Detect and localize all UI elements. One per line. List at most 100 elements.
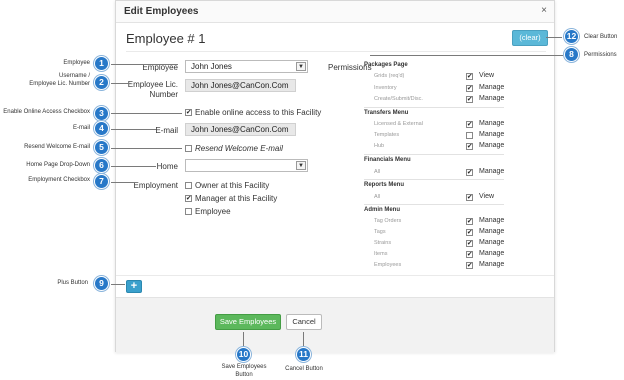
perm-checkbox[interactable]: ✔ bbox=[466, 121, 473, 128]
perm-section-title: Admin Menu bbox=[364, 207, 400, 213]
callout-label: Save Employees Button bbox=[221, 364, 267, 378]
callout-label: Resend Welcome E-mail bbox=[24, 144, 90, 150]
manager-checkbox[interactable]: ✔ bbox=[185, 195, 192, 202]
employee-option-label: Employee bbox=[195, 207, 231, 216]
employee-heading: Employee # 1 bbox=[126, 31, 206, 46]
callout-badge: 4 bbox=[94, 121, 109, 136]
perm-checkbox[interactable] bbox=[466, 132, 473, 139]
callout-label: Plus Button bbox=[57, 280, 88, 286]
cancel-button[interactable]: Cancel bbox=[286, 314, 322, 330]
resend-welcome-label: Resend Welcome E-mail bbox=[195, 144, 283, 153]
perm-item-name: All bbox=[374, 194, 381, 200]
perm-divider bbox=[364, 204, 504, 205]
perm-checkbox[interactable]: ✔ bbox=[466, 251, 473, 258]
chevron-down-icon: ▼ bbox=[296, 62, 306, 71]
callout-label: Username / Employee Lic. Number bbox=[29, 73, 90, 87]
perm-checkbox[interactable]: ✔ bbox=[466, 169, 473, 176]
callout-label: E-mail bbox=[72, 125, 90, 131]
perm-checkbox[interactable]: ✔ bbox=[466, 229, 473, 236]
save-employees-button[interactable]: Save Employees bbox=[215, 314, 281, 330]
perm-item-value: Manage bbox=[479, 239, 505, 246]
perm-item-name: Hub bbox=[374, 143, 385, 149]
perm-checkbox[interactable]: ✔ bbox=[466, 262, 473, 269]
plus-row: + bbox=[116, 275, 554, 295]
perm-item-value: Manage bbox=[479, 131, 505, 138]
perm-item-value: Manage bbox=[479, 261, 505, 268]
perm-item-value: Manage bbox=[479, 228, 505, 235]
plus-button[interactable]: + bbox=[126, 280, 142, 293]
callout-label: Home Page Drop-Down bbox=[26, 162, 90, 168]
callout-badge: 9 bbox=[94, 276, 109, 291]
perm-item-name: Strains bbox=[374, 240, 392, 246]
perm-checkbox[interactable]: ✔ bbox=[466, 73, 473, 80]
edit-employees-dialog: Edit Employees × Employee # 1 (clear) Em… bbox=[115, 0, 555, 353]
callout-label: Employment Checkbox bbox=[28, 177, 90, 183]
callout-badge: 11 bbox=[296, 347, 311, 362]
owner-checkbox[interactable] bbox=[185, 182, 192, 189]
perm-item-name: Employees bbox=[374, 262, 402, 268]
perm-checkbox[interactable]: ✔ bbox=[466, 143, 473, 150]
perm-checkbox[interactable]: ✔ bbox=[466, 240, 473, 247]
perm-item-name: Inventory bbox=[374, 85, 397, 91]
perm-checkbox[interactable]: ✔ bbox=[466, 85, 473, 92]
callout-leader bbox=[111, 83, 131, 84]
perm-checkbox[interactable]: ✔ bbox=[466, 96, 473, 103]
perm-divider bbox=[364, 154, 504, 155]
dialog-header: Edit Employees × bbox=[116, 1, 554, 23]
callout-leader bbox=[370, 55, 563, 56]
online-access-label: Enable online access to this Facility bbox=[195, 108, 322, 117]
email-field: John Jones@CanCon.Com bbox=[185, 123, 296, 136]
dialog-footer: Save Employees Cancel bbox=[116, 297, 554, 353]
header-divider bbox=[126, 51, 546, 52]
callout-label: Cancel Button bbox=[285, 366, 323, 372]
perm-item-value: View bbox=[479, 193, 495, 200]
callout-badge: 6 bbox=[94, 158, 109, 173]
resend-welcome-checkbox[interactable] bbox=[185, 145, 192, 152]
perm-item-value: Manage bbox=[479, 142, 505, 149]
perm-section-title: Packages Page bbox=[364, 62, 408, 68]
callout-label: Clear Button bbox=[584, 34, 618, 40]
close-icon[interactable]: × bbox=[541, 5, 547, 16]
perm-divider bbox=[364, 179, 504, 180]
owner-label: Owner at this Facility bbox=[195, 181, 270, 190]
perm-item-value: Manage bbox=[479, 217, 505, 224]
manager-label: Manager at this Facility bbox=[195, 194, 278, 203]
perm-section-title: Financials Menu bbox=[364, 157, 411, 163]
perm-item-value: Manage bbox=[479, 84, 505, 91]
callout-leader bbox=[243, 332, 244, 347]
perm-item-name: Grids (req'd) bbox=[374, 73, 405, 79]
callout-badge: 7 bbox=[94, 174, 109, 189]
perm-item-name: Items bbox=[374, 251, 388, 257]
chevron-down-icon: ▼ bbox=[296, 161, 306, 170]
employee-checkbox[interactable] bbox=[185, 208, 192, 215]
perm-item-value: Manage bbox=[479, 250, 505, 257]
perm-section-title: Reports Menu bbox=[364, 182, 405, 188]
employee-select-value: John Jones bbox=[191, 62, 232, 71]
perm-item-value: View bbox=[479, 72, 495, 79]
email-label: E-mail bbox=[155, 126, 178, 135]
callout-badge: 5 bbox=[94, 140, 109, 155]
callout-badge: 1 bbox=[94, 56, 109, 71]
callout-leader bbox=[111, 148, 182, 149]
callout-badge: 2 bbox=[94, 75, 109, 90]
callout-leader bbox=[111, 129, 156, 130]
perm-item-name: Create/Submit/Disc. bbox=[374, 96, 423, 102]
perm-item-name: Tag Orders bbox=[374, 218, 402, 224]
callout-label: Enable Online Access Checkbox bbox=[3, 109, 90, 115]
perm-item-value: Manage bbox=[479, 120, 505, 127]
perm-section-title: Transfers Menu bbox=[364, 110, 409, 116]
callout-leader bbox=[111, 64, 178, 65]
callout-leader bbox=[111, 113, 182, 114]
callout-badge: 8 bbox=[564, 47, 579, 62]
home-select[interactable]: ▼ bbox=[185, 159, 308, 172]
callout-leader bbox=[111, 182, 135, 183]
perm-item-value: Manage bbox=[479, 95, 505, 102]
employee-select[interactable]: John Jones ▼ bbox=[185, 60, 308, 73]
clear-button[interactable]: (clear) bbox=[512, 30, 548, 46]
perm-divider bbox=[364, 107, 504, 108]
perm-checkbox[interactable]: ✔ bbox=[466, 194, 473, 201]
callout-leader bbox=[546, 37, 562, 38]
online-access-checkbox[interactable]: ✔ bbox=[185, 109, 192, 116]
perm-checkbox[interactable]: ✔ bbox=[466, 218, 473, 225]
callout-label: Permissions bbox=[584, 52, 617, 58]
